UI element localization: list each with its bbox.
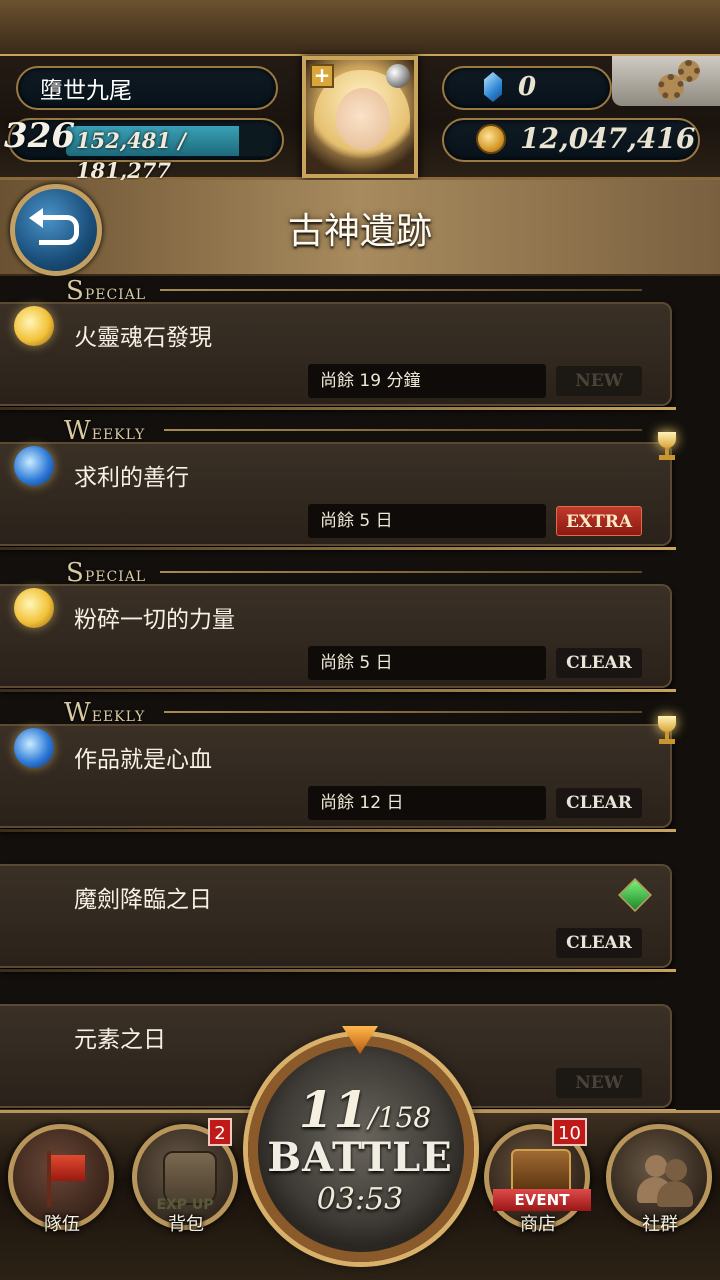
yellow-orb-icon: [14, 588, 54, 628]
quest-list[interactable]: Special 火靈魂石發現 尚餘 19 分鐘 NEW Weekly 求利的善行…: [0, 276, 720, 1116]
stamina-timer: 03:53: [316, 1182, 404, 1217]
tag-divider: [160, 289, 642, 291]
sword-icon: [618, 878, 652, 912]
flag-icon: [43, 1151, 87, 1207]
blue-orb-icon: [14, 446, 54, 486]
quest-time-remaining: 尚餘 5 日: [308, 646, 546, 680]
quest-status-badge: CLEAR: [556, 788, 642, 818]
quest-status-badge: NEW: [556, 1068, 642, 1098]
gear-icon: [678, 60, 700, 82]
treasure-chest-icon: [511, 1149, 571, 1193]
coin-icon: [476, 124, 506, 154]
page-title: 古神遺跡: [287, 211, 432, 252]
stamina-current: 11: [298, 1080, 369, 1139]
quest-name: 求利的善行: [74, 465, 189, 491]
avatar-face: [336, 88, 390, 150]
shop-label: 商店: [520, 1214, 556, 1235]
trophy-icon: [654, 716, 680, 746]
tag-divider: [164, 711, 642, 713]
battle-label: BATTLE: [267, 1134, 453, 1181]
quest-name: 作品就是心血: [74, 747, 212, 773]
shop-notification-badge: 10: [552, 1118, 587, 1146]
quest-row[interactable]: 作品就是心血 尚餘 12 日 CLEAR: [0, 724, 676, 832]
quest-name: 火靈魂石發現: [74, 325, 212, 351]
player-name-plate[interactable]: 墮世九尾: [16, 66, 278, 110]
leader-avatar[interactable]: +: [302, 56, 418, 178]
trophy-icon: [654, 432, 680, 462]
stamina-readout: 11/158: [270, 1080, 460, 1139]
quest-name: 元素之日: [74, 1027, 166, 1053]
event-ribbon: EVENT: [493, 1189, 591, 1211]
quest-time-remaining: 尚餘 12 日: [308, 786, 546, 820]
quest-name: 魔劍降臨之日: [74, 887, 212, 913]
quest-row[interactable]: 魔劍降臨之日 CLEAR: [0, 864, 676, 972]
back-button[interactable]: [10, 184, 102, 276]
people-icon: [637, 1153, 693, 1207]
quest-status-badge: NEW: [556, 366, 642, 396]
yellow-orb-icon: [14, 306, 54, 346]
exp-readout: 152,481 / 181,277: [76, 128, 186, 183]
gem-count: 0: [518, 72, 537, 102]
plus-icon: +: [310, 64, 334, 88]
bag-label: 背包: [168, 1214, 204, 1235]
gold-count: 12,047,416: [520, 122, 696, 155]
quest-row[interactable]: 火靈魂石發現 尚餘 19 分鐘 NEW: [0, 302, 676, 410]
bag-notification-badge: 2: [208, 1118, 232, 1146]
quest-row[interactable]: 求利的善行 尚餘 5 日 EXTRA: [0, 442, 676, 550]
player-name: 墮世九尾: [40, 78, 132, 104]
tag-divider: [160, 571, 642, 573]
stamina-max: /158: [368, 1101, 432, 1134]
header-ornament: [0, 0, 720, 56]
quest-status-badge: CLEAR: [556, 648, 642, 678]
quest-row[interactable]: 粉碎一切的力量 尚餘 5 日 CLEAR: [0, 584, 676, 692]
tag-divider: [164, 429, 642, 431]
settings-button[interactable]: [612, 56, 720, 106]
quest-time-remaining: 尚餘 19 分鐘: [308, 364, 546, 398]
team-label: 隊伍: [44, 1214, 80, 1235]
blue-orb-icon: [14, 728, 54, 768]
quest-name: 粉碎一切的力量: [74, 607, 235, 633]
quest-status-badge: EXTRA: [556, 506, 642, 536]
quest-time-remaining: 尚餘 5 日: [308, 504, 546, 538]
attribute-orb-icon: [386, 64, 410, 88]
back-arrow-icon: [29, 208, 79, 245]
quest-status-badge: CLEAR: [556, 928, 642, 958]
social-label: 社群: [642, 1214, 678, 1235]
player-level: 326: [4, 116, 75, 156]
